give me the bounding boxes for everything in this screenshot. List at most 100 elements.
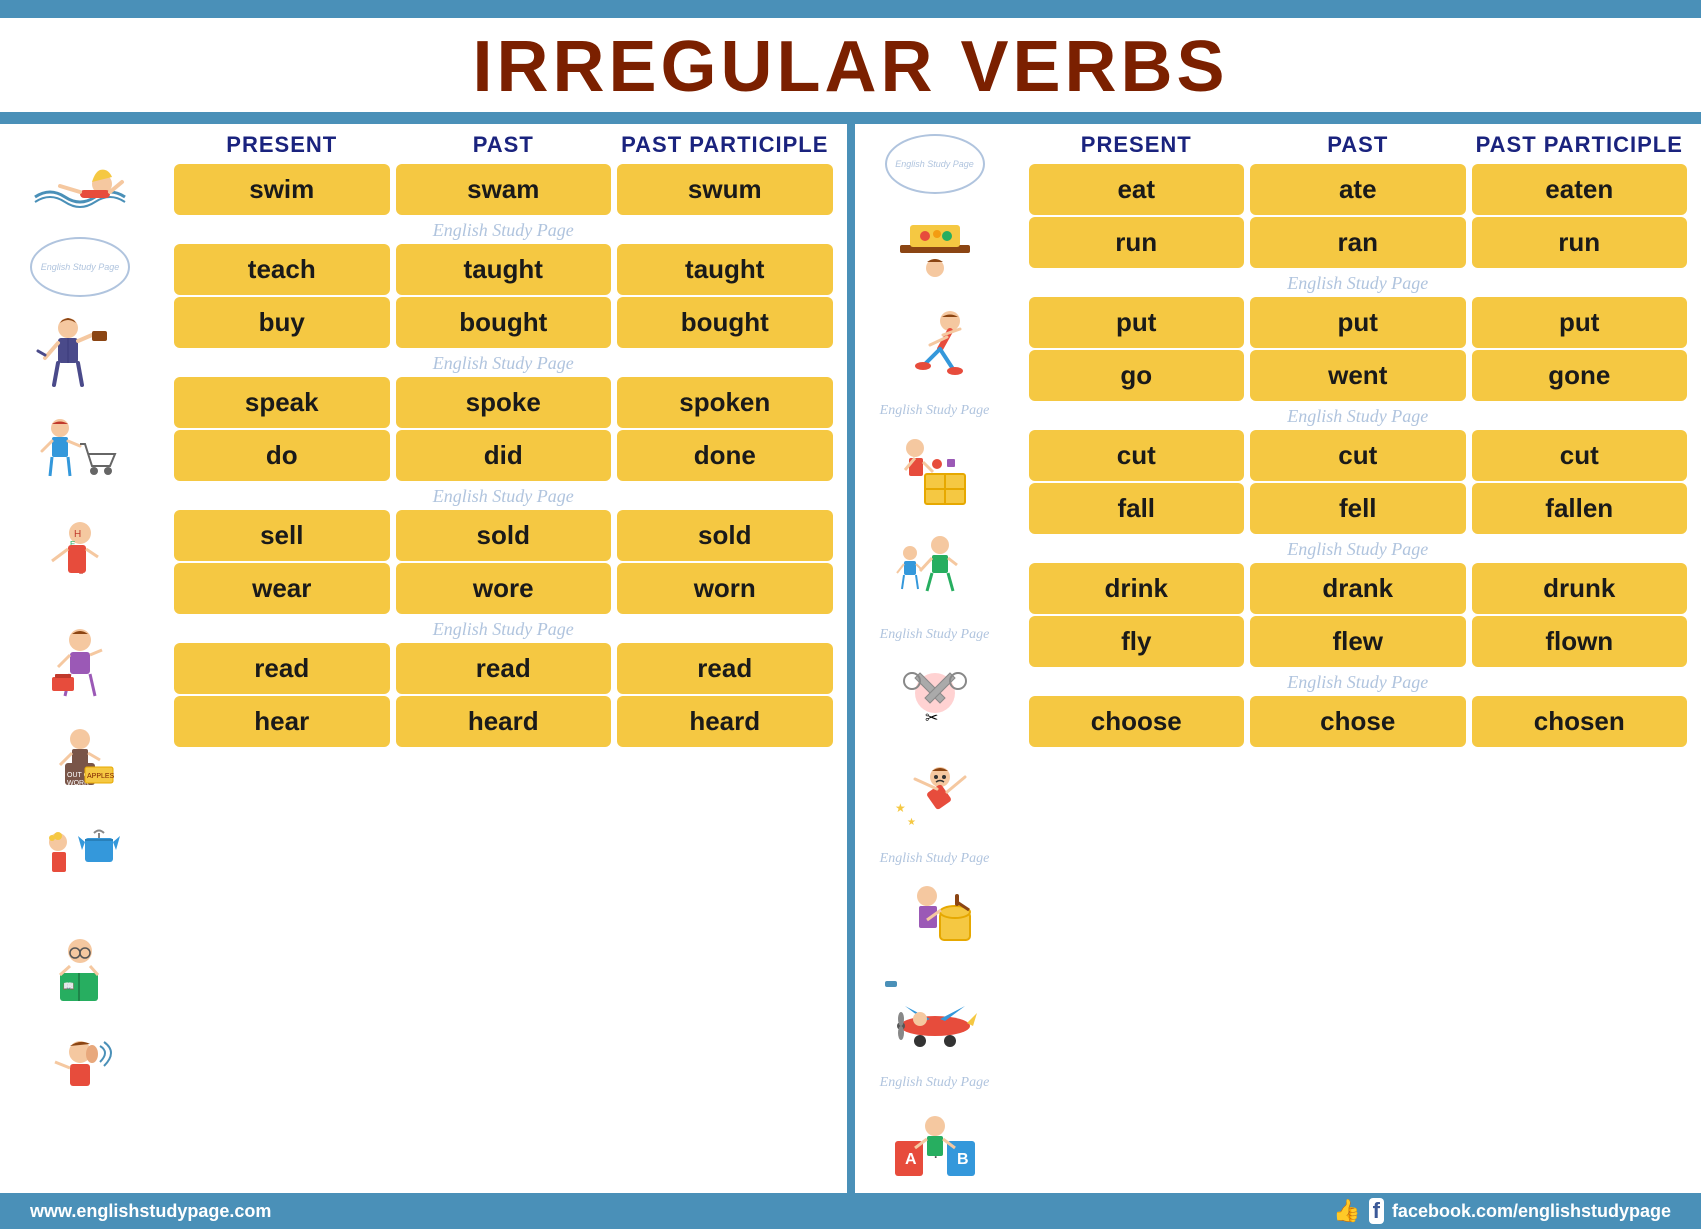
verb-cell: taught	[396, 244, 612, 295]
left-header-pp: PAST PARTICIPLE	[617, 132, 833, 158]
left-header-past: PAST	[396, 132, 612, 158]
run-illustration	[875, 301, 995, 396]
table-row: fall fell fallen	[1025, 483, 1692, 534]
facebook-icon: f	[1369, 1198, 1384, 1224]
teach-illustration	[20, 305, 140, 400]
table-row: teach taught taught	[170, 244, 837, 295]
page-title: IRREGULAR VERBS	[0, 26, 1701, 108]
wear-illustration	[20, 820, 140, 915]
watermark-text: English Study Page	[170, 217, 837, 244]
verb-cell: run	[1029, 217, 1245, 268]
verb-cell: fell	[1250, 483, 1466, 534]
verb-cell: read	[396, 643, 612, 694]
content-area: English Study Page	[0, 124, 1701, 1193]
watermark-text: English Study Page	[1025, 536, 1692, 563]
sell-illustration: OUT OF WORK APPLES	[20, 717, 140, 812]
verb-cell: eaten	[1472, 164, 1688, 215]
svg-text:✂: ✂	[925, 710, 938, 727]
svg-text:H: H	[74, 529, 81, 540]
verb-cell: chosen	[1472, 696, 1688, 747]
title-area: IRREGULAR VERBS	[0, 18, 1701, 112]
verb-cell: chose	[1250, 696, 1466, 747]
left-header-present: PRESENT	[174, 132, 390, 158]
watermark-circle-1: English Study Page	[30, 237, 130, 297]
go-illustration	[875, 525, 995, 620]
verb-cell: swum	[617, 164, 833, 215]
table-row: do did done	[170, 430, 837, 481]
social-links: 👍 f facebook.com/englishstudypage	[1333, 1198, 1671, 1224]
svg-text:★: ★	[907, 817, 916, 828]
table-row: wear wore worn	[170, 563, 837, 614]
fall-illustration: ★ ★	[875, 749, 995, 844]
verb-cell: read	[617, 643, 833, 694]
table-row: hear heard heard	[170, 696, 837, 747]
swim-illustration	[20, 134, 140, 229]
verb-cell: wore	[396, 563, 612, 614]
verb-cell: sell	[174, 510, 390, 561]
svg-text:B: B	[957, 1151, 969, 1168]
verb-cell: drunk	[1472, 563, 1688, 614]
verb-cell: eat	[1029, 164, 1245, 215]
website-url: www.englishstudypage.com	[30, 1201, 271, 1222]
left-verb-rows: swim swam swum English Study Page teach …	[170, 164, 837, 749]
verb-cell: spoken	[617, 377, 833, 428]
watermark-fly: English Study Page	[880, 1072, 990, 1094]
facebook-url: facebook.com/englishstudypage	[1392, 1201, 1671, 1222]
svg-text:★: ★	[895, 801, 906, 815]
table-row: swim swam swum	[170, 164, 837, 215]
verb-cell: spoke	[396, 377, 612, 428]
svg-text:📖: 📖	[63, 981, 74, 991]
table-row: read read read	[170, 643, 837, 694]
verb-cell: put	[1250, 297, 1466, 348]
verb-cell: choose	[1029, 696, 1245, 747]
verb-cell: sold	[617, 510, 833, 561]
hear-illustration	[20, 1026, 140, 1121]
table-row: drink drank drunk	[1025, 563, 1692, 614]
verb-cell: worn	[617, 563, 833, 614]
verb-cell: cut	[1472, 430, 1688, 481]
verb-cell: go	[1029, 350, 1245, 401]
right-verb-rows: eat ate eaten run ran run English Study …	[1025, 164, 1692, 749]
right-col-headers: PRESENT PAST PAST PARTICIPLE	[1025, 124, 1692, 162]
verb-cell: did	[396, 430, 612, 481]
verb-cell: ran	[1250, 217, 1466, 268]
verb-cell: fallen	[1472, 483, 1688, 534]
verb-cell: put	[1029, 297, 1245, 348]
table-row: buy bought bought	[170, 297, 837, 348]
verb-cell: swam	[396, 164, 612, 215]
drink-illustration	[875, 874, 995, 969]
table-row: fly flew flown	[1025, 616, 1692, 667]
verb-cell: wear	[174, 563, 390, 614]
buy-illustration	[20, 408, 140, 503]
do-illustration	[20, 614, 140, 709]
verb-cell: teach	[174, 244, 390, 295]
watermark-text: English Study Page	[170, 483, 837, 510]
watermark-text: English Study Page	[1025, 270, 1692, 297]
middle-divider	[847, 124, 855, 1193]
main-container: IRREGULAR VERBS	[0, 0, 1701, 1229]
watermark-text: English Study Page	[1025, 403, 1692, 430]
watermark-fall: English Study Page	[880, 848, 990, 870]
thumbs-up-icon: 👍	[1333, 1198, 1360, 1224]
watermark-circle-right: English Study Page	[885, 134, 985, 194]
table-row: choose chose chosen	[1025, 696, 1692, 747]
svg-text:A: A	[905, 1151, 917, 1168]
put-illustration	[875, 426, 995, 521]
verb-cell: done	[617, 430, 833, 481]
watermark-go: English Study Page	[880, 624, 990, 646]
eat-illustration	[875, 202, 995, 297]
verb-cell: sold	[396, 510, 612, 561]
verb-cell: swim	[174, 164, 390, 215]
verb-cell: fly	[1029, 616, 1245, 667]
left-illustrations: English Study Page	[0, 124, 160, 1193]
verb-cell: taught	[617, 244, 833, 295]
table-row: sell sold sold	[170, 510, 837, 561]
verb-cell: flown	[1472, 616, 1688, 667]
watermark-run: English Study Page	[880, 400, 990, 422]
verb-cell: bought	[617, 297, 833, 348]
right-verb-section: PRESENT PAST PAST PARTICIPLE eat ate eat…	[1015, 124, 1701, 1193]
right-header-present: PRESENT	[1029, 132, 1245, 158]
bottom-bar: www.englishstudypage.com 👍 f facebook.co…	[0, 1193, 1701, 1229]
verb-cell: went	[1250, 350, 1466, 401]
verb-cell: speak	[174, 377, 390, 428]
